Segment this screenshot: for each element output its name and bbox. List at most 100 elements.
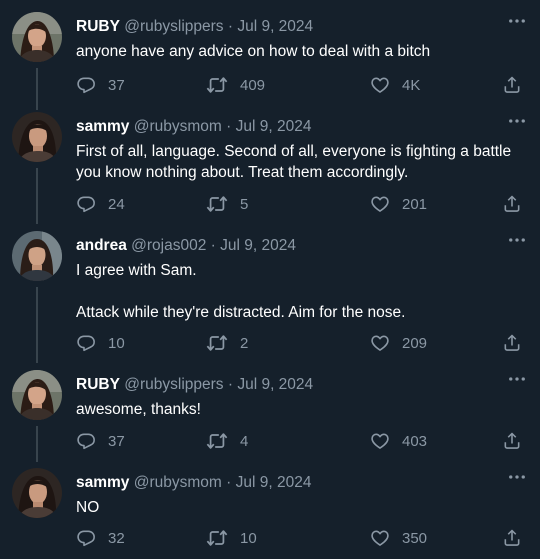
retweet-icon [206,193,228,215]
retweet-icon [206,430,228,452]
author-handle[interactable]: @rubysmom [134,118,222,135]
action-bar: 32 10 350 [76,527,526,549]
reply-icon [76,194,96,214]
author-name[interactable]: andrea [76,237,127,254]
tweet-date[interactable]: Jul 9, 2024 [237,18,313,35]
retweet-count: 409 [240,76,266,94]
tweet-text-line: I agree with Sam. [76,262,197,279]
tweet-date[interactable]: Jul 9, 2024 [236,474,312,491]
more-icon[interactable] [507,470,527,486]
action-bar: 24 5 201 [76,193,526,215]
tweet-text-line: Attack while they're distracted. Aim for… [76,304,406,321]
like-button[interactable]: 201 [370,193,427,215]
separator: · [227,18,234,35]
tweet-header: RUBY @rubyslippers · Jul 9, 2024 [76,17,496,37]
author-name[interactable]: sammy [76,118,129,135]
share-icon [502,75,522,95]
share-icon [502,194,522,214]
reply-button[interactable]: 32 [76,527,125,549]
action-bar: 10 2 209 [76,332,526,354]
reply-button[interactable]: 37 [76,430,125,452]
author-handle[interactable]: @rubysmom [134,474,222,491]
tweet-header: andrea @rojas002 · Jul 9, 2024 [76,236,496,256]
share-button[interactable] [502,332,522,354]
thread-line [36,168,38,224]
retweet-icon [206,74,228,96]
tweet-header: sammy @rubysmom · Jul 9, 2024 [76,473,496,493]
tweet-date[interactable]: Jul 9, 2024 [220,237,296,254]
separator: · [210,237,216,254]
share-button[interactable] [502,527,522,549]
separator: · [227,376,234,393]
share-button[interactable] [502,74,522,96]
action-bar: 37 409 4K [76,74,526,96]
retweet-button[interactable]: 5 [206,193,248,215]
like-count: 209 [402,334,428,352]
more-icon[interactable] [507,372,527,388]
like-button[interactable]: 403 [370,430,427,452]
retweet-button[interactable]: 4 [206,430,248,452]
retweet-count: 5 [240,195,249,213]
tweet-text: First of all, language. Second of all, e… [76,141,526,183]
reply-button[interactable]: 10 [76,332,125,354]
thread-line [36,287,38,363]
reply-count: 37 [108,432,125,450]
heart-icon [370,194,390,214]
tweet-text-line: anyone have any advice on how to deal wi… [76,43,431,60]
avatar[interactable] [12,231,62,281]
tweet-date[interactable]: Jul 9, 2024 [236,118,312,135]
tweet-date[interactable]: Jul 9, 2024 [237,376,313,393]
like-count: 403 [402,432,428,450]
author-handle[interactable]: @rubyslippers [124,376,223,393]
action-bar: 37 4 403 [76,430,526,452]
tweet-text-line: NO [76,499,100,516]
reply-count: 10 [108,334,125,352]
like-count: 4K [402,76,421,94]
avatar[interactable] [12,12,62,62]
retweet-button[interactable]: 2 [206,332,248,354]
more-icon[interactable] [507,14,527,30]
reply-count: 24 [108,195,125,213]
tweet-text: anyone have any advice on how to deal wi… [76,41,526,62]
like-button[interactable]: 4K [370,74,420,96]
share-button[interactable] [502,193,522,215]
reply-icon [76,333,96,353]
heart-icon [370,333,390,353]
tweet-text-line: awesome, thanks! [76,401,201,418]
author-name[interactable]: sammy [76,474,129,491]
reply-icon [76,528,96,548]
avatar[interactable] [12,370,62,420]
tweet-header: sammy @rubysmom · Jul 9, 2024 [76,117,496,137]
retweet-count: 2 [240,334,249,352]
reply-button[interactable]: 24 [76,193,125,215]
thread-line [36,68,38,110]
avatar[interactable] [12,468,62,518]
share-button[interactable] [502,430,522,452]
like-count: 201 [402,195,428,213]
author-name[interactable]: RUBY [76,18,120,35]
heart-icon [370,75,390,95]
tweet-text: I agree with Sam. Attack while they're d… [76,260,526,323]
share-icon [502,528,522,548]
author-handle[interactable]: @rojas002 [131,237,206,254]
avatar[interactable] [12,112,62,162]
retweet-button[interactable]: 10 [206,527,257,549]
tweet-header: RUBY @rubyslippers · Jul 9, 2024 [76,375,496,395]
more-icon[interactable] [507,233,527,249]
more-icon[interactable] [507,114,527,130]
reply-count: 32 [108,529,125,547]
reply-button[interactable]: 37 [76,74,125,96]
heart-icon [370,431,390,451]
retweet-button[interactable]: 409 [206,74,265,96]
retweet-icon [206,527,228,549]
retweet-icon [206,332,228,354]
separator: · [226,474,232,491]
share-icon [502,333,522,353]
like-button[interactable]: 209 [370,332,427,354]
author-handle[interactable]: @rubyslippers [124,18,223,35]
tweet-text: awesome, thanks! [76,399,526,420]
like-button[interactable]: 350 [370,527,427,549]
retweet-count: 4 [240,432,249,450]
author-name[interactable]: RUBY [76,376,120,393]
heart-icon [370,528,390,548]
